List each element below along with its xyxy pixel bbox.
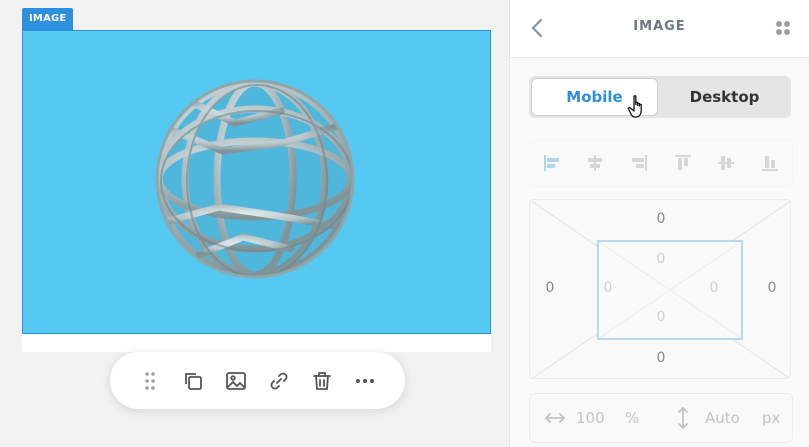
duplicate-button[interactable]	[179, 367, 207, 395]
width-input[interactable]: 100	[576, 409, 605, 427]
margin-left-value[interactable]: 0	[530, 280, 570, 296]
spacing-editor: 0 0 0 0 0 0 0 0	[529, 199, 791, 379]
padding-bottom-value[interactable]: 0	[641, 309, 681, 325]
delete-button[interactable]	[308, 367, 336, 395]
alignment-toolbar	[529, 139, 793, 187]
size-controls: 100 % Auto px	[529, 393, 793, 443]
replace-image-button[interactable]	[222, 367, 250, 395]
dots-grid-icon[interactable]	[775, 20, 791, 36]
properties-panel: IMAGE Mobile Desktop 0 0 0 0 0 0 0 0 100…	[509, 0, 809, 447]
margin-right-value[interactable]: 0	[752, 280, 790, 296]
height-input[interactable]: Auto	[705, 409, 740, 427]
margin-bottom-value[interactable]: 0	[641, 350, 681, 366]
image-block-bottom	[22, 334, 491, 352]
grip-dots-icon	[144, 371, 155, 390]
margin-top-value[interactable]: 0	[641, 211, 681, 227]
image-block-tag: IMAGE	[22, 8, 74, 30]
image-toolbar	[110, 352, 405, 409]
align-middle-v-icon[interactable]	[716, 153, 736, 173]
desktop-tab[interactable]: Desktop	[660, 78, 789, 116]
align-top-icon[interactable]	[673, 153, 693, 173]
link-icon	[270, 372, 288, 389]
padding-top-value[interactable]: 0	[641, 251, 681, 267]
link-button[interactable]	[265, 367, 293, 395]
ellipsis-icon	[356, 378, 375, 383]
copy-icon	[184, 372, 202, 390]
more-button[interactable]	[351, 367, 379, 395]
padding-left-value[interactable]: 0	[588, 280, 628, 296]
mobile-tab[interactable]: Mobile	[531, 78, 658, 116]
selected-image[interactable]	[22, 30, 491, 334]
align-center-h-icon[interactable]	[585, 153, 605, 173]
panel-header: IMAGE	[510, 0, 809, 58]
device-toggle: Mobile Desktop	[529, 76, 791, 118]
height-unit[interactable]: px	[762, 409, 780, 427]
align-bottom-icon[interactable]	[760, 153, 780, 173]
wireframe-sphere-image	[155, 79, 355, 279]
image-icon	[225, 371, 246, 390]
panel-title: IMAGE	[633, 19, 686, 34]
padding-right-value[interactable]: 0	[694, 280, 734, 296]
align-right-icon[interactable]	[629, 153, 649, 173]
align-left-icon[interactable]	[542, 153, 562, 173]
height-arrows-icon	[678, 407, 688, 429]
trash-icon	[313, 371, 332, 390]
drag-handle-button[interactable]	[136, 367, 164, 395]
editor-canvas: IMAGE	[0, 0, 509, 447]
width-arrows-icon	[545, 413, 565, 423]
width-unit[interactable]: %	[625, 409, 639, 427]
